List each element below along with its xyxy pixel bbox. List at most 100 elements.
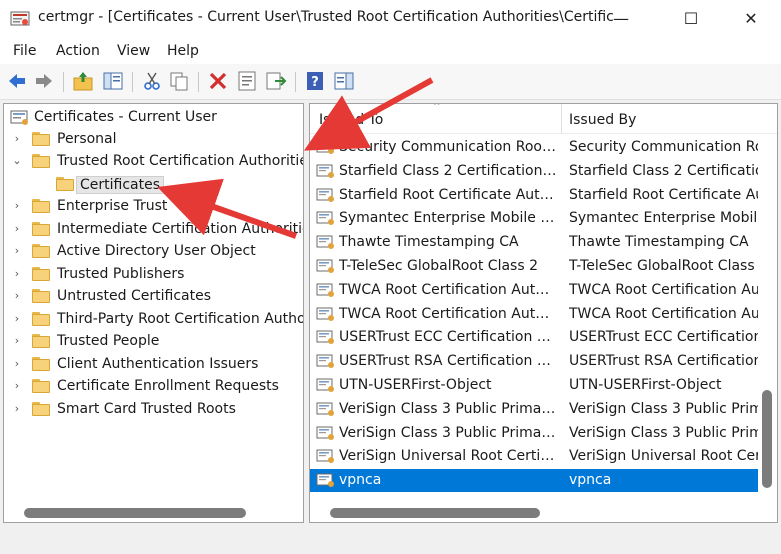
forward-icon[interactable] — [33, 70, 55, 92]
expand-chevron-icon[interactable]: › — [11, 199, 23, 213]
issued-to-cell: USERTrust RSA Certification Auth... — [339, 353, 558, 370]
issued-by-cell: VeriSign Class 3 Public Primary — [569, 400, 758, 417]
sort-ascending-icon: ^ — [433, 103, 441, 112]
certificate-icon — [316, 283, 334, 297]
tree-item-label: Personal — [57, 131, 117, 147]
svg-text:?: ? — [311, 75, 319, 90]
properties-icon[interactable] — [236, 70, 258, 92]
tree-item[interactable]: ⌄ Trusted Root Certification Authorities — [4, 151, 304, 173]
cut-icon[interactable] — [141, 70, 163, 92]
copy-icon[interactable] — [168, 70, 190, 92]
folder-icon — [32, 379, 50, 393]
up-folder-icon[interactable] — [72, 70, 94, 92]
list-horizontal-scrollbar[interactable] — [330, 508, 540, 518]
minimize-button[interactable]: — — [598, 0, 644, 36]
list-vertical-scrollbar[interactable] — [762, 390, 772, 488]
tree-root[interactable]: Certificates - Current User — [4, 107, 303, 129]
issued-by-cell: TWCA Root Certification Authority — [569, 281, 758, 298]
expand-chevron-icon[interactable]: › — [11, 379, 23, 393]
expand-chevron-icon[interactable]: › — [11, 244, 23, 258]
tree-item[interactable]: › Smart Card Trusted Roots — [4, 399, 303, 421]
tree-item[interactable]: › Client Authentication Issuers — [4, 354, 303, 376]
column-issued-by[interactable]: Issued By — [569, 112, 636, 128]
tree-horizontal-scrollbar[interactable] — [24, 508, 246, 518]
certificate-row[interactable]: Symantec Enterprise Mobile Ro... Symantec… — [310, 207, 758, 230]
certificate-row[interactable]: Thawte Timestamping CA Thawte Timestampin… — [310, 231, 758, 254]
column-divider[interactable] — [561, 104, 562, 134]
menu-action[interactable]: Action — [56, 43, 100, 59]
certificate-icon — [316, 188, 334, 202]
tree-item-label: Trusted Root Certification Authorities — [57, 153, 304, 169]
issued-to-cell: Thawte Timestamping CA — [339, 234, 519, 251]
issued-by-cell: UTN-USERFirst-Object — [569, 377, 722, 393]
issued-to-cell: VeriSign Class 3 Public Primary C... — [339, 424, 558, 441]
show-hide-tree-icon[interactable] — [102, 70, 124, 92]
tree-item[interactable]: › Certificate Enrollment Requests — [4, 376, 303, 398]
issued-by-cell: TWCA Root Certification Authority — [569, 305, 758, 322]
folder-icon — [56, 177, 74, 191]
certificate-row[interactable]: VeriSign Class 3 Public Primary C... Veri… — [310, 398, 758, 421]
folder-icon — [32, 357, 50, 371]
certificate-row[interactable]: vpnca vpnca — [310, 469, 758, 493]
issued-to-cell: UTN-USERFirst-Object — [339, 377, 492, 393]
tree-item[interactable]: › Active Directory User Object — [4, 241, 303, 263]
certificate-row[interactable]: TWCA Root Certification Authori... TWCA R… — [310, 279, 758, 302]
maximize-button[interactable]: ☐ — [668, 0, 714, 36]
certificate-row[interactable]: Starfield Class 2 Certification Auth... S… — [310, 160, 758, 183]
certificate-row[interactable]: VeriSign Class 3 Public Primary C... Veri… — [310, 422, 758, 445]
folder-icon — [32, 199, 50, 213]
certificate-row[interactable]: USERTrust RSA Certification Auth... USERT… — [310, 350, 758, 373]
certificate-icon — [316, 473, 334, 488]
show-hide-action-pane-icon[interactable] — [333, 70, 355, 92]
expand-chevron-icon[interactable]: › — [11, 402, 23, 416]
export-icon[interactable] — [265, 70, 287, 92]
certificate-row[interactable]: T-TeleSec GlobalRoot Class 2 T-TeleSec Gl… — [310, 255, 758, 278]
certificate-row[interactable]: USERTrust ECC Certification Auth... USERT… — [310, 326, 758, 349]
certificate-icon — [316, 307, 334, 321]
tree-item-label: Third-Party Root Certification Authoriti… — [57, 311, 304, 327]
certificate-icon — [316, 330, 334, 345]
issued-by-cell: Thawte Timestamping CA — [569, 234, 749, 251]
expand-chevron-icon[interactable]: › — [11, 357, 23, 371]
certificate-row[interactable]: TWCA Root Certification Authori... TWCA R… — [310, 303, 758, 326]
tree-item-label: Trusted People — [57, 333, 160, 349]
tree-item[interactable]: › Trusted People — [4, 331, 303, 353]
window-title: certmgr - [Certificates - Current User\T… — [38, 9, 613, 25]
certificate-icon — [316, 235, 334, 250]
column-issued-to[interactable]: Issued To — [319, 112, 383, 128]
tree-item[interactable]: › Untrusted Certificates — [4, 286, 303, 308]
back-icon[interactable] — [6, 70, 28, 92]
toolbar-separator — [63, 72, 64, 92]
tree-item[interactable]: › Third-Party Root Certification Authorit… — [4, 309, 304, 331]
delete-icon[interactable] — [207, 70, 229, 92]
tree-item[interactable]: Certificates — [4, 174, 303, 196]
certificate-icon — [316, 426, 334, 440]
expand-chevron-icon[interactable]: › — [11, 267, 23, 281]
help-icon[interactable]: ? — [304, 70, 326, 92]
expand-chevron-icon[interactable]: › — [11, 222, 23, 236]
tree-item[interactable]: › Personal — [4, 129, 303, 151]
certificate-row[interactable]: Security Communication RootCA2 Security C… — [310, 136, 758, 159]
issued-to-cell: VeriSign Class 3 Public Primary C... — [339, 400, 558, 417]
expand-chevron-icon[interactable]: › — [11, 312, 23, 326]
menu-view[interactable]: View — [117, 43, 150, 59]
menu-bar: File Action View Help — [0, 38, 781, 64]
tree-item[interactable]: › Trusted Publishers — [4, 264, 303, 286]
expand-chevron-icon[interactable]: › — [11, 334, 23, 348]
collapse-chevron-icon[interactable]: ⌄ — [11, 154, 23, 168]
certificate-row[interactable]: VeriSign Universal Root Certifica... Veri… — [310, 445, 758, 468]
menu-file[interactable]: File — [13, 43, 36, 59]
issued-by-cell: Starfield Root Certificate Authority — [569, 186, 758, 203]
issued-by-cell: T-TeleSec GlobalRoot Class 2 — [569, 258, 758, 274]
certificate-row[interactable]: UTN-USERFirst-Object UTN-USERFirst-Object — [310, 374, 758, 397]
expand-chevron-icon[interactable]: › — [11, 289, 23, 303]
expand-chevron-icon[interactable]: › — [11, 132, 23, 146]
close-button[interactable]: ✕ — [728, 0, 774, 36]
folder-icon — [32, 402, 50, 416]
title-bar: certmgr - [Certificates - Current User\T… — [0, 0, 781, 38]
certificate-row[interactable]: Starfield Root Certificate Authori... Sta… — [310, 184, 758, 207]
menu-help[interactable]: Help — [167, 43, 199, 59]
tree-item-label: Trusted Publishers — [57, 266, 185, 282]
tree-item[interactable]: › Intermediate Certification Authorities — [4, 219, 303, 241]
tree-item[interactable]: › Enterprise Trust — [4, 196, 303, 218]
